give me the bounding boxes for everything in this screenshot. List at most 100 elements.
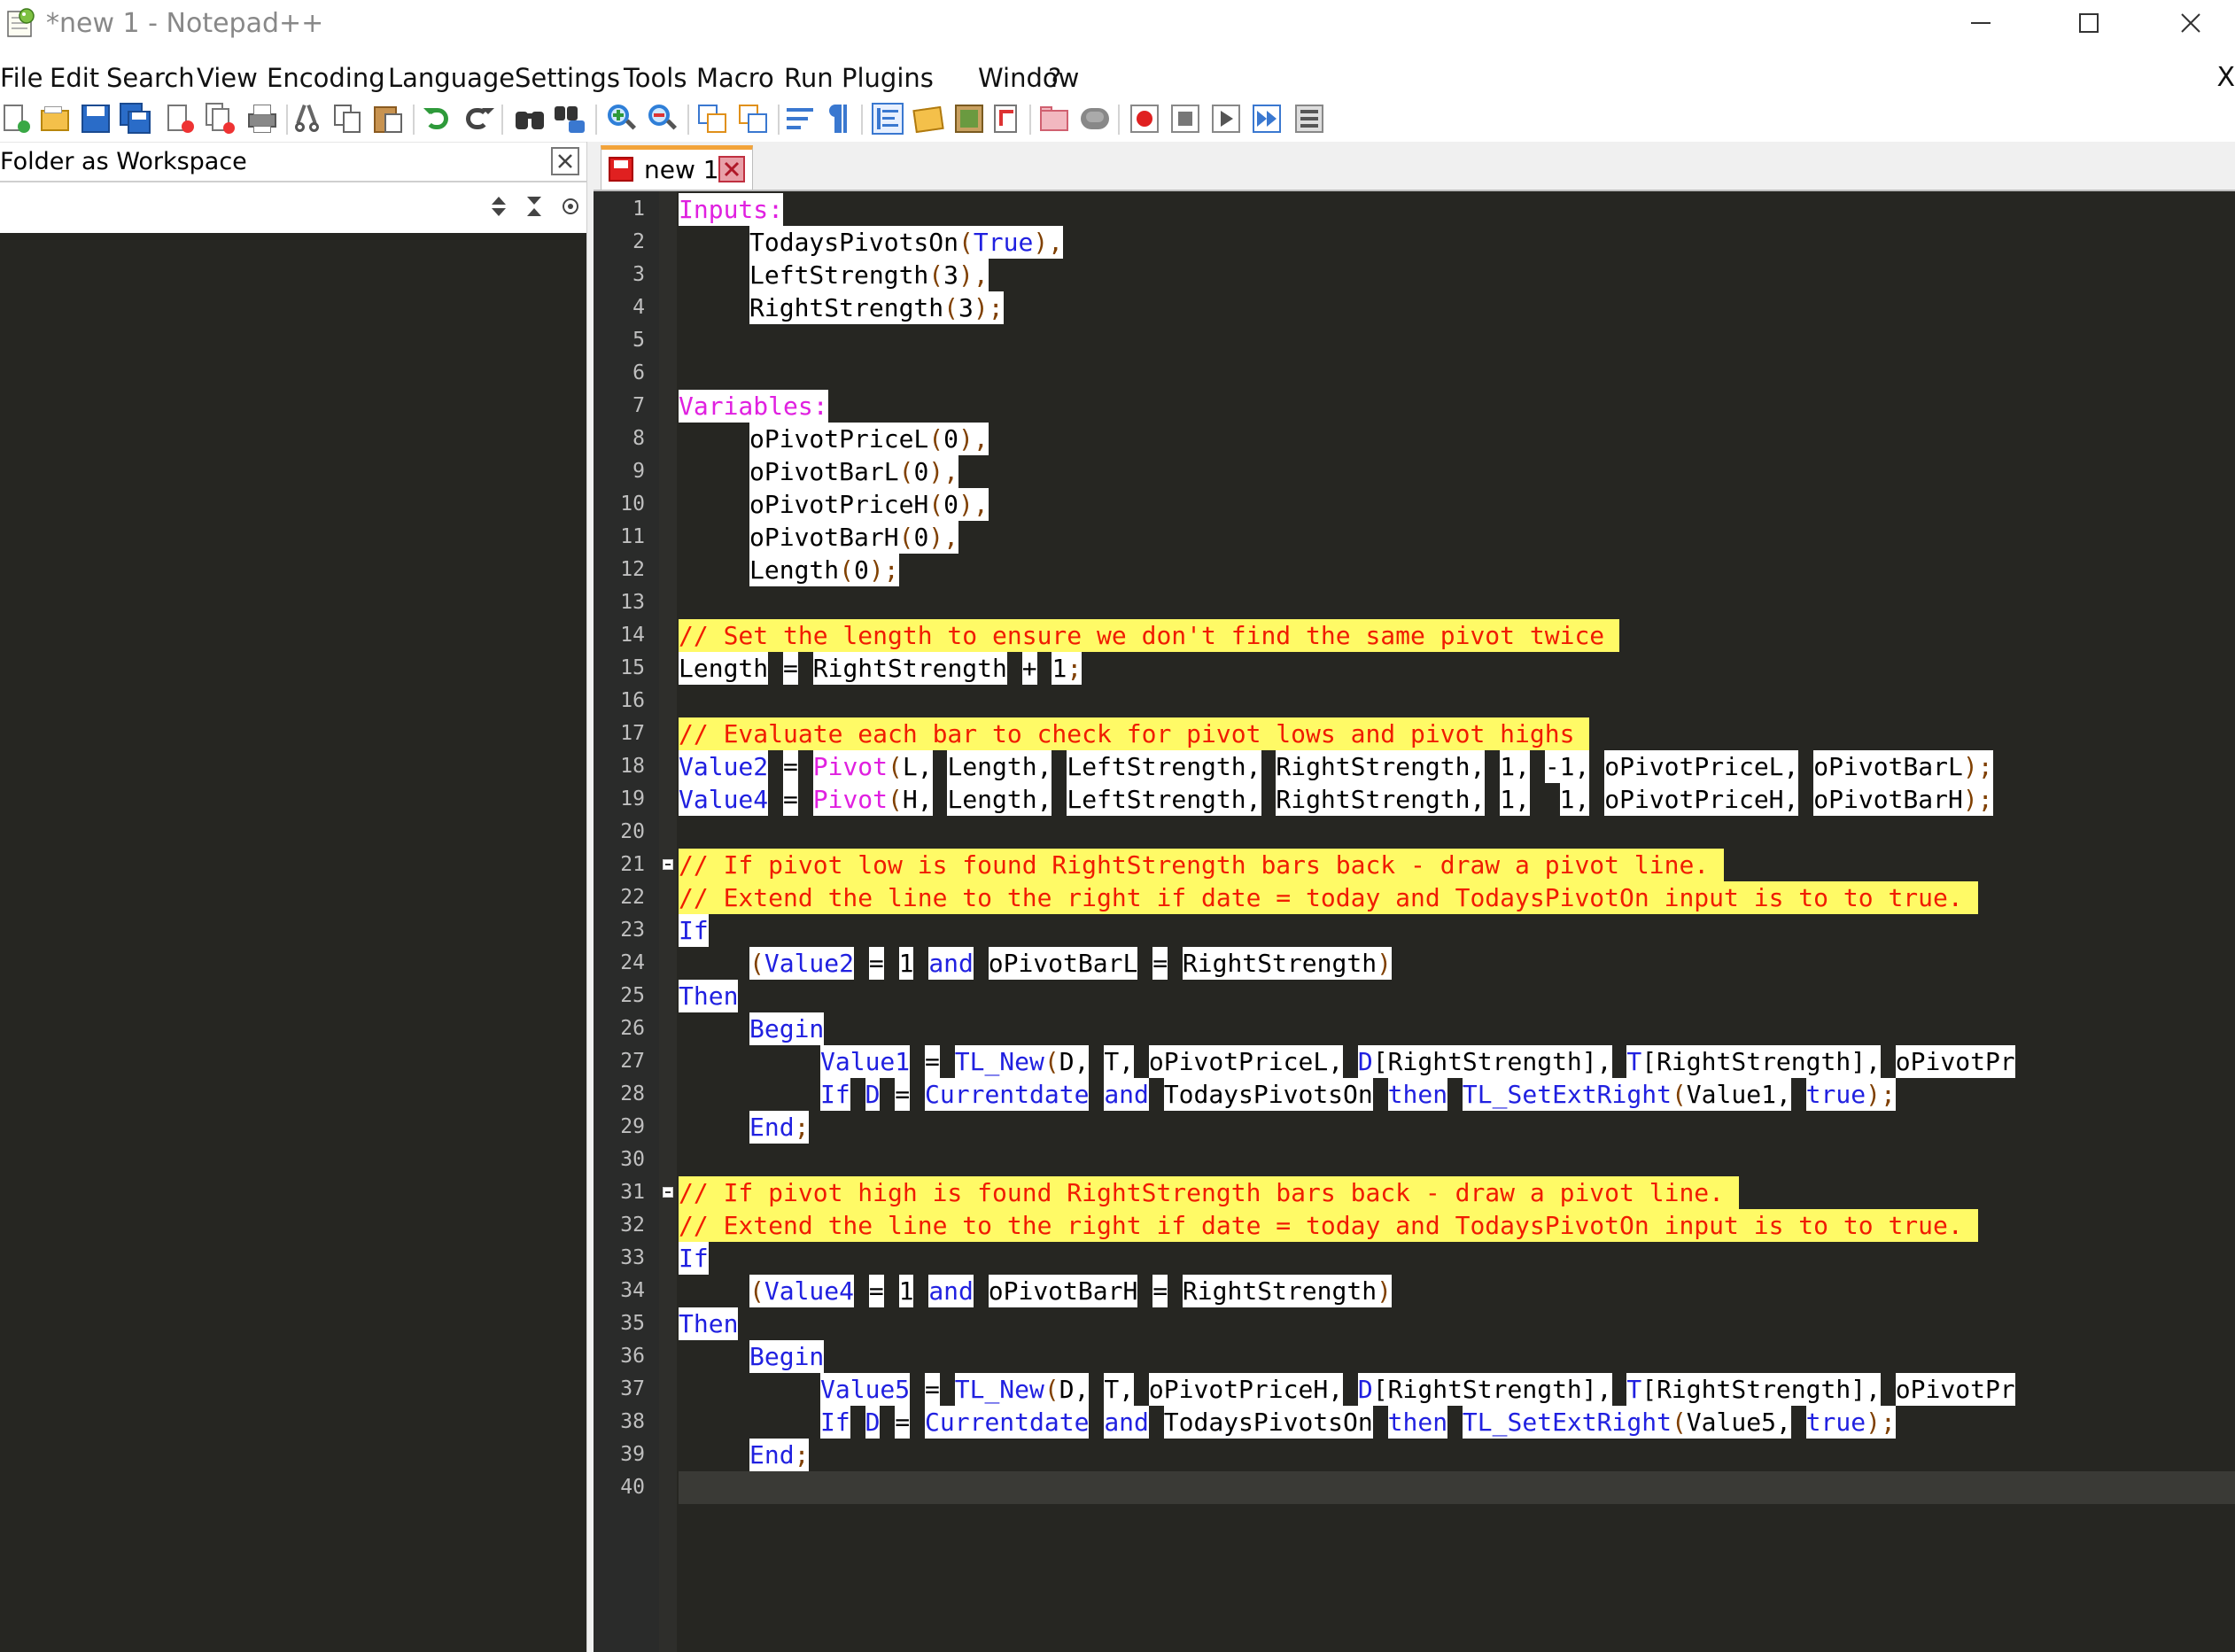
locate-file-icon[interactable]: [561, 195, 580, 218]
code-line[interactable]: // Set the length to ensure we don't fin…: [679, 618, 1620, 652]
menu-view[interactable]: View: [197, 58, 258, 97]
close-window-button[interactable]: [2146, 0, 2235, 47]
menu-edit[interactable]: Edit: [50, 58, 99, 97]
menu-run[interactable]: Run: [784, 58, 834, 97]
notepad-plus-plus-app-icon[interactable]: [5, 7, 37, 39]
function-list-icon[interactable]: [990, 103, 1022, 135]
menu-settings[interactable]: Settings: [515, 58, 620, 97]
code-line[interactable]: (Value2 = 1 and oPivotBarL = RightStreng…: [679, 946, 1392, 980]
close-icon[interactable]: [164, 103, 196, 135]
open-file-icon[interactable]: [39, 103, 71, 135]
code-line[interactable]: oPivotPriceL(0),: [679, 422, 989, 455]
playback-icon[interactable]: [1210, 103, 1242, 135]
fold-toggle-icon[interactable]: [663, 1186, 673, 1198]
sync-horizontal-icon[interactable]: [737, 103, 769, 135]
fold-toggle-icon[interactable]: [663, 858, 673, 870]
word-wrap-icon[interactable]: [785, 103, 817, 135]
save-icon[interactable]: [80, 103, 112, 135]
menu-window[interactable]: Window: [978, 58, 1079, 97]
code-line[interactable]: RightStrength(3);: [679, 291, 1004, 324]
code-line[interactable]: Value4 = Pivot(H, Length, LeftStrength, …: [679, 782, 1993, 816]
tab-close-button[interactable]: [718, 156, 745, 182]
paste-icon[interactable]: [372, 103, 404, 135]
code-line[interactable]: Then: [679, 1307, 739, 1340]
code-line[interactable]: TodaysPivotsOn(True),: [679, 225, 1064, 259]
save-all-icon[interactable]: [120, 103, 151, 135]
record-macro-icon[interactable]: [1129, 103, 1160, 135]
code-line[interactable]: oPivotPriceH(0),: [679, 487, 989, 521]
line-number: 13: [620, 590, 645, 614]
code-editor[interactable]: 1 2 3 4 5 6 7 8 9 10 11 12 13 14 15 16 17 18 19 20 21 22 23 24 2…: [594, 191, 2235, 1652]
copy-icon[interactable]: [332, 103, 364, 135]
stop-record-icon[interactable]: [1169, 103, 1201, 135]
code-line[interactable]: // Extend the line to the right if date …: [679, 1208, 1978, 1242]
folder-workspace-tree[interactable]: [0, 233, 586, 1652]
doc-map-icon[interactable]: [953, 103, 985, 135]
code-line[interactable]: // If pivot low is found RightStrength b…: [679, 848, 1725, 881]
code-line[interactable]: Begin: [679, 1012, 825, 1045]
maximize-icon: [2079, 13, 2099, 33]
menu-file[interactable]: File: [0, 58, 43, 97]
code-line[interactable]: End;: [679, 1110, 810, 1144]
code-line[interactable]: Then: [679, 979, 739, 1012]
close-document-button[interactable]: X: [2216, 58, 2235, 97]
code-line[interactable]: Variables:: [679, 389, 828, 423]
code-line[interactable]: // Evaluate each bar to check for pivot …: [679, 717, 1590, 750]
panel-close-button[interactable]: [551, 147, 579, 175]
code-line[interactable]: // If pivot high is found RightStrength …: [679, 1175, 1739, 1209]
udl-icon[interactable]: [912, 103, 944, 135]
undo-icon[interactable]: [422, 103, 454, 135]
menu-tools[interactable]: Tools: [624, 58, 687, 97]
sync-vertical-icon[interactable]: [696, 103, 728, 135]
code-line[interactable]: Begin: [679, 1339, 825, 1373]
code-line[interactable]: Value2 = Pivot(L, Length, LeftStrength, …: [679, 749, 1993, 783]
code-line[interactable]: If: [679, 913, 709, 947]
print-icon[interactable]: [246, 103, 278, 135]
code-line[interactable]: (Value4 = 1 and oPivotBarH = RightStreng…: [679, 1274, 1392, 1307]
menu-plugins[interactable]: Plugins: [842, 58, 934, 97]
menu-macro[interactable]: Macro: [696, 58, 774, 97]
expand-all-icon[interactable]: [490, 195, 508, 218]
replace-icon[interactable]: [555, 103, 586, 135]
menu-language[interactable]: Language: [388, 58, 515, 97]
code-line[interactable]: Value1 = TL_New(D, T, oPivotPriceL, D[Ri…: [679, 1044, 2015, 1078]
cut-icon[interactable]: [292, 103, 324, 135]
fold-margin[interactable]: [659, 191, 677, 1652]
tab-bar: new 1: [594, 142, 2235, 191]
collapse-all-icon[interactable]: [525, 195, 543, 218]
indent-guide-icon[interactable]: [872, 103, 904, 135]
menu-encoding[interactable]: Encoding: [267, 58, 385, 97]
code-token: oPivotBarH: [988, 1274, 1138, 1307]
run-macro-multiple-icon[interactable]: [1251, 103, 1283, 135]
find-icon[interactable]: [514, 103, 546, 135]
code-line[interactable]: LeftStrength(3),: [679, 258, 989, 291]
code-line[interactable]: Length = RightStrength + 1;: [679, 651, 1083, 685]
redo-icon[interactable]: [462, 103, 494, 135]
show-all-chars-icon[interactable]: [826, 103, 858, 135]
menu-help[interactable]: ?: [1048, 58, 1061, 97]
code-line[interactable]: // Extend the line to the right if date …: [679, 880, 1978, 914]
line-number: 33: [620, 1245, 645, 1269]
tab-new-1[interactable]: new 1: [601, 145, 753, 190]
code-line[interactable]: If: [679, 1241, 709, 1275]
maximize-button[interactable]: [2045, 0, 2133, 47]
code-line[interactable]: End;: [679, 1438, 810, 1471]
code-line[interactable]: If D = Currentdate and TodaysPivotsOn th…: [679, 1077, 1896, 1111]
code-line[interactable]: Length(0);: [679, 553, 899, 586]
code-line[interactable]: Value5 = TL_New(D, T, oPivotPriceH, D[Ri…: [679, 1372, 2015, 1406]
panel-splitter[interactable]: [586, 142, 594, 1652]
code-line[interactable]: oPivotBarL(0),: [679, 454, 959, 488]
code-line[interactable]: If D = Currentdate and TodaysPivotsOn th…: [679, 1405, 1896, 1439]
new-file-icon[interactable]: [0, 103, 32, 135]
zoom-in-icon[interactable]: [606, 103, 638, 135]
minimize-button[interactable]: [1936, 0, 2025, 47]
code-line[interactable]: oPivotBarH(0),: [679, 520, 959, 554]
folder-workspace-icon[interactable]: [1038, 103, 1070, 135]
menu-search[interactable]: Search: [106, 58, 195, 97]
code-line[interactable]: Inputs:: [679, 192, 784, 226]
save-macro-icon[interactable]: [1293, 103, 1325, 135]
close-all-icon[interactable]: [204, 103, 236, 135]
zoom-out-icon[interactable]: [647, 103, 679, 135]
monitoring-icon[interactable]: [1079, 103, 1111, 135]
code-token: oPivotPriceL,: [1604, 749, 1799, 783]
